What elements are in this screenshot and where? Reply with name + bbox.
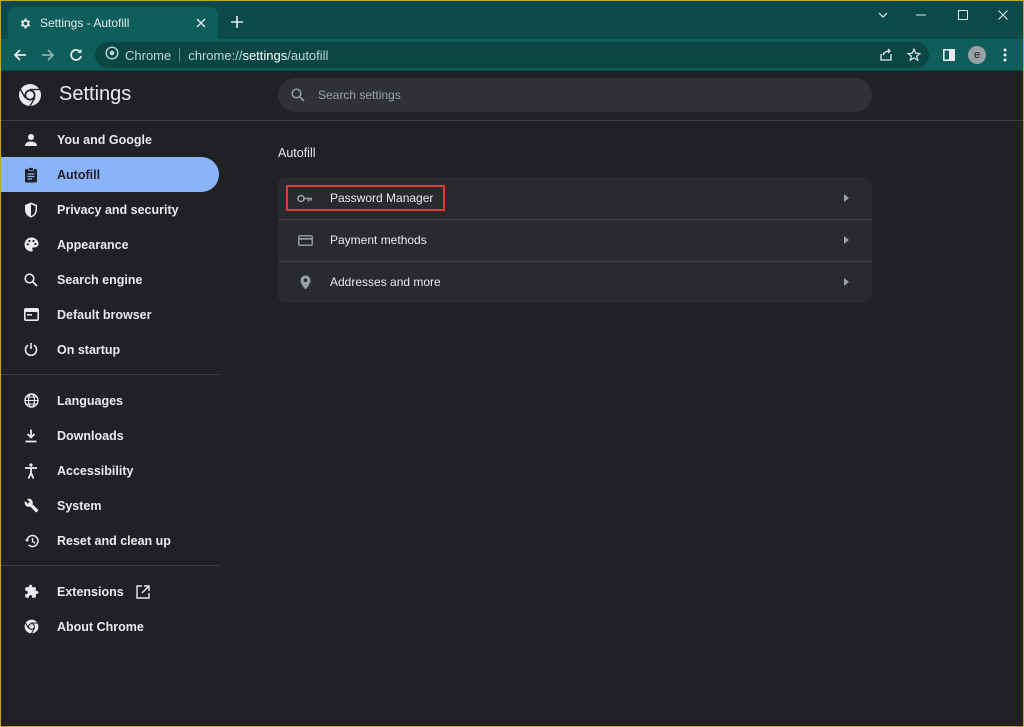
section-title: Autofill: [278, 146, 316, 160]
sidebar-item-label: Autofill: [57, 167, 101, 182]
sidebar-item-label: Accessibility: [57, 463, 134, 478]
forward-arrow-icon[interactable]: [38, 45, 58, 65]
sidebar-divider: [1, 374, 219, 375]
settings-header: Settings: [1, 71, 1023, 121]
tab-title: Settings - Autofill: [40, 16, 130, 30]
avatar: e: [968, 46, 986, 64]
accessibility-icon: [22, 462, 40, 480]
history-icon: [22, 532, 40, 550]
sidebar-item-accessibility[interactable]: Accessibility: [1, 453, 219, 488]
more-menu-icon[interactable]: [995, 45, 1015, 65]
sidebar-item-label: Appearance: [57, 237, 129, 252]
credit-card-icon: [296, 231, 314, 249]
sidebar-divider: [1, 565, 219, 566]
share-icon[interactable]: [875, 42, 897, 68]
search-input[interactable]: [318, 88, 818, 102]
url-text: chrome://settings/autofill: [188, 48, 328, 63]
sidebar-item-label: Extensions: [57, 584, 124, 599]
clipboard-icon: [22, 166, 40, 184]
sidebar-item-label: You and Google: [57, 132, 152, 147]
browser-window-icon: [22, 306, 40, 324]
chevron-right-icon: [842, 235, 850, 245]
address-bar[interactable]: Chrome chrome://settings/autofill: [95, 42, 929, 68]
sidebar: You and Google Autofill Privacy and secu…: [1, 122, 219, 722]
browser-toolbar: Chrome chrome://settings/autofill e: [1, 39, 1023, 71]
profile-avatar[interactable]: e: [967, 45, 987, 65]
page-title: Settings: [59, 83, 132, 105]
side-panel-icon[interactable]: [939, 45, 959, 65]
browser-tab[interactable]: Settings - Autofill: [8, 7, 218, 39]
new-tab-icon[interactable]: [228, 13, 246, 31]
browser-window: Settings - Autofill Chrome chrome://sett…: [0, 0, 1024, 727]
sidebar-item-label: Search engine: [57, 272, 143, 287]
chrome-logo-icon: [18, 83, 42, 107]
sidebar-item-search-engine[interactable]: Search engine: [1, 262, 219, 297]
wrench-icon: [22, 497, 40, 515]
sidebar-item-extensions[interactable]: Extensions: [1, 574, 219, 609]
chevron-down-icon[interactable]: [863, 1, 903, 29]
close-window-icon[interactable]: [983, 1, 1023, 29]
sidebar-item-reset-and-clean-up[interactable]: Reset and clean up: [1, 523, 219, 558]
reload-icon[interactable]: [66, 45, 86, 65]
sidebar-item-label: Reset and clean up: [57, 533, 171, 548]
sidebar-item-label: Privacy and security: [57, 202, 179, 217]
person-icon: [22, 131, 40, 149]
palette-icon: [22, 236, 40, 254]
payment-methods-row[interactable]: Payment methods: [278, 219, 872, 261]
row-label: Addresses and more: [330, 275, 441, 289]
sidebar-item-label: System: [57, 498, 102, 513]
location-pin-icon: [296, 273, 314, 291]
maximize-icon[interactable]: [943, 1, 983, 29]
shield-icon: [22, 201, 40, 219]
url-path: /autofill: [287, 47, 329, 63]
sidebar-item-system[interactable]: System: [1, 488, 219, 523]
download-icon: [22, 427, 40, 445]
chevron-right-icon: [842, 193, 850, 203]
globe-icon: [22, 392, 40, 410]
search-icon: [290, 87, 306, 103]
sidebar-item-about-chrome[interactable]: About Chrome: [1, 609, 219, 644]
gear-icon: [18, 16, 32, 30]
omnibox-chrome-label: Chrome: [125, 47, 172, 63]
search-icon: [22, 271, 40, 289]
search-box[interactable]: [278, 78, 872, 112]
title-bar: Settings - Autofill: [1, 1, 1023, 39]
sidebar-item-default-browser[interactable]: Default browser: [1, 297, 219, 332]
close-tab-icon[interactable]: [194, 16, 208, 30]
sidebar-item-privacy-and-security[interactable]: Privacy and security: [1, 192, 219, 227]
url-prefix: chrome://: [188, 47, 243, 63]
sidebar-item-autofill[interactable]: Autofill: [1, 157, 219, 192]
minimize-icon[interactable]: [901, 1, 941, 29]
sidebar-item-label: Downloads: [57, 428, 124, 443]
sidebar-item-label: About Chrome: [57, 619, 144, 634]
chrome-logo-icon: [105, 45, 119, 65]
back-arrow-icon[interactable]: [10, 45, 30, 65]
sidebar-item-label: On startup: [57, 342, 121, 357]
sidebar-item-you-and-google[interactable]: You and Google: [1, 122, 219, 157]
open-in-new-icon: [135, 584, 150, 599]
chevron-right-icon: [842, 277, 850, 287]
omnibox-separator: [179, 48, 181, 62]
sidebar-item-label: Languages: [57, 393, 123, 408]
chrome-logo-icon: [22, 618, 40, 636]
sidebar-item-appearance[interactable]: Appearance: [1, 227, 219, 262]
sidebar-item-languages[interactable]: Languages: [1, 383, 219, 418]
power-icon: [22, 341, 40, 359]
sidebar-item-label: Default browser: [57, 307, 152, 322]
sidebar-item-on-startup[interactable]: On startup: [1, 332, 219, 367]
url-host: settings: [242, 47, 288, 63]
puzzle-icon: [22, 583, 40, 601]
sidebar-item-downloads[interactable]: Downloads: [1, 418, 219, 453]
bookmark-star-icon[interactable]: [903, 42, 925, 68]
addresses-and-more-row[interactable]: Addresses and more: [278, 261, 872, 303]
highlight-annotation-box: [286, 185, 445, 211]
row-label: Payment methods: [330, 233, 427, 247]
